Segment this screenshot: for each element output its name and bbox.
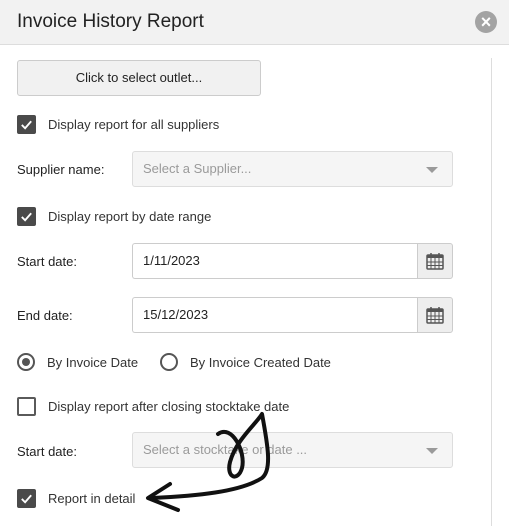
report-detail-label: Report in detail: [48, 490, 136, 506]
all-suppliers-label: Display report for all suppliers: [48, 116, 220, 132]
scrollbar-track[interactable]: [491, 58, 492, 526]
start-date-label: Start date:: [17, 254, 77, 269]
check-icon: [21, 494, 32, 504]
check-icon: [21, 120, 32, 130]
chevron-down-icon: [426, 167, 438, 173]
stocktake-date-placeholder: Select a stocktake or date ...: [143, 442, 308, 457]
supplier-select-placeholder: Select a Supplier...: [143, 161, 252, 176]
radio-by-invoice-created-date[interactable]: By Invoice Created Date: [160, 352, 331, 372]
supplier-name-label: Supplier name:: [17, 162, 105, 177]
check-icon: [21, 212, 32, 222]
end-date-label: End date:: [17, 308, 73, 323]
date-range-checkbox-row[interactable]: Display report by date range: [17, 206, 211, 226]
radio-label: By Invoice Date: [47, 354, 139, 370]
after-stocktake-checkbox[interactable]: [17, 396, 36, 416]
calendar-icon: [426, 253, 444, 270]
select-outlet-button[interactable]: Click to select outlet...: [17, 60, 261, 96]
calendar-icon: [426, 307, 444, 324]
after-stocktake-label: Display report after closing stocktake d…: [48, 398, 290, 414]
radio-button[interactable]: [17, 353, 35, 371]
dialog-header: Invoice History Report ×: [0, 0, 509, 45]
all-suppliers-checkbox[interactable]: [17, 114, 36, 134]
close-button[interactable]: ×: [475, 11, 497, 33]
start-date-calendar-button[interactable]: [417, 243, 453, 279]
report-detail-checkbox[interactable]: [17, 488, 36, 508]
all-suppliers-checkbox-row[interactable]: Display report for all suppliers: [17, 114, 219, 134]
start-date-input[interactable]: 1/11/2023: [132, 243, 418, 279]
close-icon: ×: [480, 12, 492, 32]
radio-button[interactable]: [160, 353, 178, 371]
end-date-calendar-button[interactable]: [417, 297, 453, 333]
dialog-title: Invoice History Report: [17, 11, 204, 32]
supplier-select[interactable]: Select a Supplier...: [132, 151, 453, 187]
report-detail-checkbox-row[interactable]: Report in detail: [17, 488, 135, 508]
radio-by-invoice-date[interactable]: By Invoice Date: [17, 352, 138, 372]
date-range-checkbox[interactable]: [17, 206, 36, 226]
stocktake-date-select[interactable]: Select a stocktake or date ...: [132, 432, 453, 468]
after-stocktake-checkbox-row[interactable]: Display report after closing stocktake d…: [17, 396, 289, 416]
stocktake-start-date-label: Start date:: [17, 444, 77, 459]
radio-label: By Invoice Created Date: [190, 354, 331, 370]
date-range-label: Display report by date range: [48, 208, 212, 224]
chevron-down-icon: [426, 448, 438, 454]
end-date-input[interactable]: 15/12/2023: [132, 297, 418, 333]
